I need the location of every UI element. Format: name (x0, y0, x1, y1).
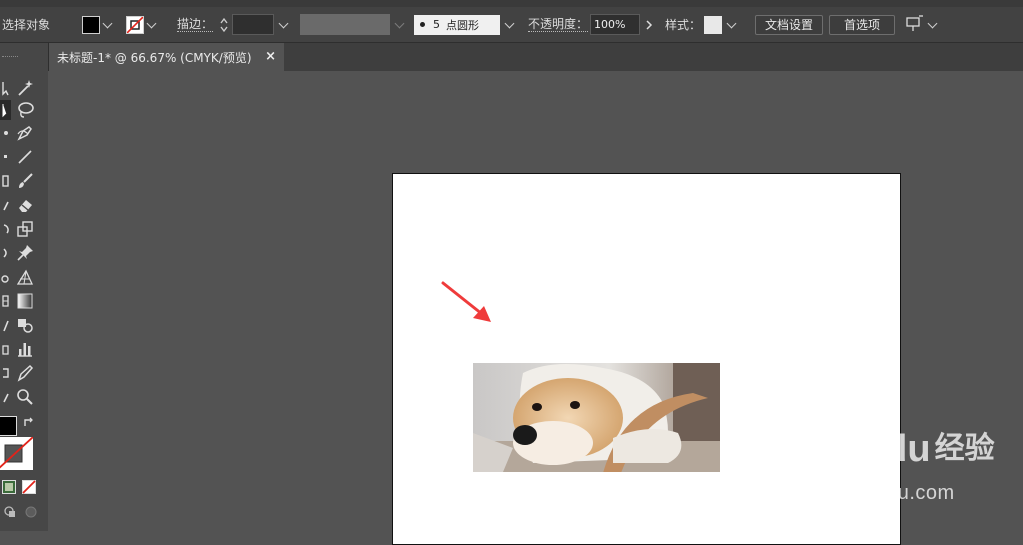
stroke-label: 描边： (177, 16, 214, 32)
brush-definition-control[interactable]: 5 点圆形 (414, 7, 518, 42)
chevron-down-icon[interactable] (144, 15, 158, 35)
document-tab-title: 未标题-1* @ 66.67% (CMYK/预览) (57, 50, 252, 65)
rectangle-tool-icon[interactable] (0, 171, 11, 191)
brush-name: 点圆形 (446, 18, 479, 32)
screen-mode-icon[interactable] (24, 505, 38, 522)
mesh-tool-icon[interactable] (0, 291, 11, 311)
perspective-grid-tool-icon[interactable] (15, 267, 35, 287)
none-color-icon[interactable] (22, 480, 36, 494)
rotate-tool-icon[interactable] (0, 219, 11, 239)
chevron-right-icon[interactable] (640, 15, 658, 35)
baidu-paw-icon (844, 430, 884, 468)
symbol-sprayer-tool-icon[interactable] (0, 339, 11, 359)
chevron-down-icon[interactable] (722, 15, 740, 35)
pencil-tool-icon[interactable] (0, 195, 11, 215)
red-arrow-icon (441, 281, 491, 322)
artboard-tool-icon[interactable] (0, 363, 11, 383)
arrange-documents-control[interactable] (905, 7, 939, 42)
preferences-button[interactable]: 首选项 (829, 14, 895, 35)
tools-panel (0, 43, 49, 531)
control-bar: 选择对象 描边： 5 点圆形 不透明度： 100% 样式： 文档设置 首选项 (0, 7, 1023, 43)
stroke-weight-input[interactable] (232, 14, 274, 35)
graphic-style-swatch[interactable] (704, 15, 722, 34)
pen-tool-icon[interactable] (0, 123, 11, 143)
stepper-icon[interactable] (216, 14, 232, 35)
width-tool-icon[interactable] (0, 243, 11, 263)
brush-size: 5 (433, 18, 440, 31)
slice-tool-icon[interactable] (15, 363, 35, 383)
type-tool-icon[interactable] (0, 147, 11, 167)
stroke-label-wrap: 描边： (177, 7, 214, 42)
hand-tool-icon[interactable] (0, 387, 11, 407)
chevron-down-icon[interactable] (390, 15, 408, 35)
document-tab[interactable]: 未标题-1* @ 66.67% (CMYK/预览) × (48, 43, 284, 71)
stroke-swatch-icon[interactable] (126, 15, 144, 34)
baidu-jingyan-watermark: Bai du 经验 jingyan.baidu.com (785, 430, 1015, 510)
fill-swatch-icon[interactable] (82, 15, 100, 34)
line-segment-tool-icon[interactable] (15, 147, 35, 167)
stroke-proxy-swatch[interactable] (0, 437, 33, 470)
fill-proxy-swatch[interactable] (0, 416, 17, 436)
puppet-warp-tool-icon[interactable] (15, 243, 35, 263)
watermark-url: jingyan.baidu.com (785, 482, 955, 504)
document-settings-button[interactable]: 文档设置 (755, 14, 823, 35)
placed-photo[interactable] (473, 363, 720, 472)
brush-definition-field[interactable]: 5 点圆形 (414, 14, 500, 35)
title-strip (0, 0, 1023, 7)
draw-mode-icon[interactable] (3, 505, 17, 522)
direct-selection-tool-icon[interactable] (0, 78, 11, 98)
stroke-control[interactable] (126, 7, 158, 42)
opacity-label-wrap: 不透明度： (528, 7, 589, 42)
dot-icon (420, 22, 425, 27)
color-mode-icon[interactable] (2, 480, 16, 494)
scale-tool-icon[interactable] (15, 219, 35, 239)
column-graph-tool-icon[interactable] (15, 339, 35, 359)
opacity-input[interactable]: 100% (590, 14, 640, 35)
opacity-control[interactable]: 100% (590, 7, 658, 42)
curvature-tool-icon[interactable] (15, 123, 35, 143)
chevron-down-icon[interactable] (100, 15, 114, 35)
panel-grip[interactable] (2, 56, 18, 59)
close-icon[interactable]: × (265, 49, 276, 64)
eraser-tool-icon[interactable] (15, 195, 35, 215)
chevron-down-icon[interactable] (500, 15, 518, 35)
zoom-tool-icon[interactable] (15, 387, 35, 407)
live-paint-bucket-tool-icon[interactable] (15, 315, 35, 335)
watermark-brand-cn: 经验 (934, 432, 995, 465)
graphic-style-control[interactable] (704, 7, 740, 42)
magic-wand-tool-icon[interactable] (15, 78, 35, 98)
fill-control[interactable] (82, 7, 114, 42)
lasso-tool-icon[interactable] (15, 100, 35, 120)
chevron-down-icon[interactable] (925, 15, 939, 35)
chevron-down-icon[interactable] (274, 15, 292, 35)
doc-settings-wrap: 文档设置 (755, 7, 823, 42)
watermark-brand-left: Bai (785, 428, 845, 470)
document-tab-bar: 未标题-1* @ 66.67% (CMYK/预览) × (48, 43, 1023, 71)
style-label: 样式： (665, 18, 702, 32)
style-label-wrap: 样式： (665, 7, 701, 42)
eyedropper-tool-icon[interactable] (0, 315, 11, 335)
selection-status: 选择对象 (2, 7, 50, 42)
gradient-tool-icon[interactable] (15, 291, 35, 311)
paintbrush-tool-icon[interactable] (15, 171, 35, 191)
variable-width-profile[interactable] (300, 14, 390, 35)
selection-tool-icon[interactable] (0, 100, 11, 120)
shape-builder-tool-icon[interactable] (0, 267, 11, 287)
watermark-brand-right: du (884, 428, 931, 470)
opacity-label: 不透明度： (528, 16, 589, 32)
selection-label: 选择对象 (2, 18, 51, 32)
stroke-weight-control[interactable] (216, 7, 292, 42)
preferences-wrap: 首选项 (829, 7, 895, 42)
swap-fill-stroke-icon[interactable] (22, 416, 36, 433)
variable-width-control[interactable] (300, 7, 408, 42)
arrange-icon[interactable] (905, 14, 925, 35)
